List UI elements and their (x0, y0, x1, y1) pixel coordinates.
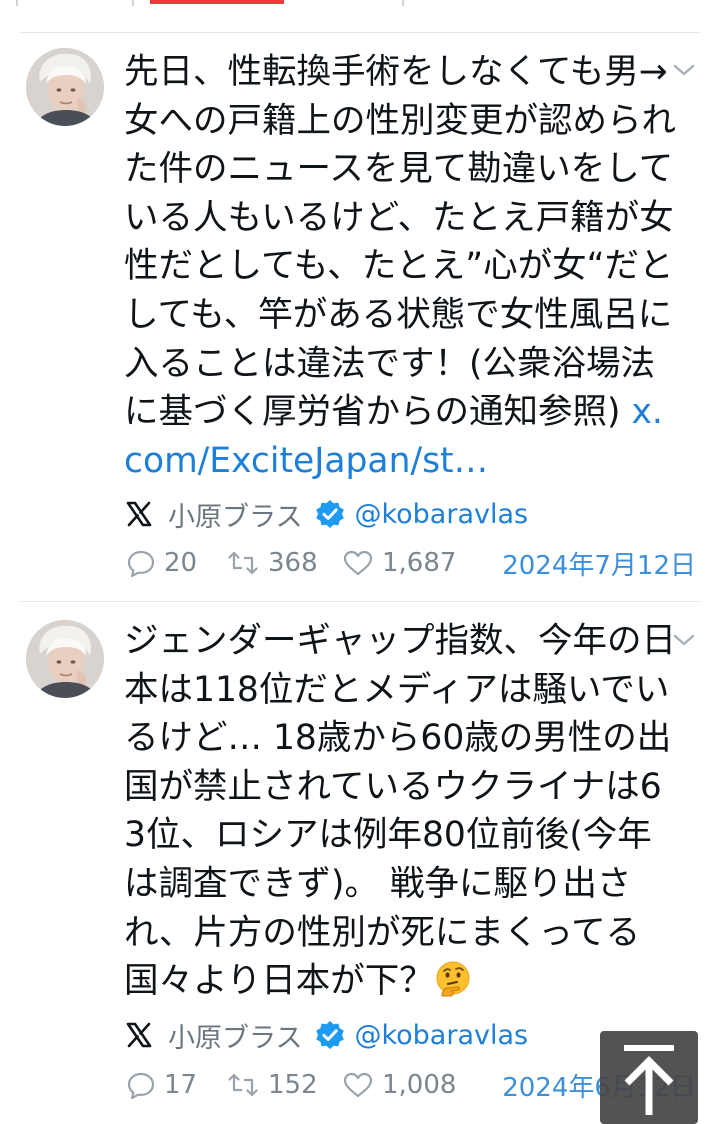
avatar-image (26, 48, 104, 126)
verified-badge-icon (316, 1021, 345, 1049)
like-count: 1,008 (382, 1070, 457, 1100)
thinking-face-icon (436, 961, 470, 997)
retweet-icon (228, 551, 258, 575)
tweet-stats: 20 368 1,687 2024年7月12日 (126, 543, 696, 583)
reply-count: 20 (164, 548, 198, 578)
tweet-body: ジェンダーギャップ指数、今年の日本は118位だとメディアは騒いでいるけど… 18… (124, 621, 676, 1002)
tweet-text: 先日、性転換手術をしなくても男→女への戸籍上の性別変更が認められた件のニュースを… (124, 48, 680, 485)
like-count: 1,687 (382, 548, 457, 578)
tweet-text: ジェンダーギャップ指数、今年の日本は118位だとメディアは騒いでいるけど… 18… (124, 617, 680, 1006)
retweet-button[interactable]: 152 (226, 1065, 318, 1105)
reply-button[interactable]: 20 (126, 543, 197, 583)
author-handle[interactable]: @kobaravlas (354, 499, 528, 530)
reply-count: 17 (164, 1070, 198, 1100)
like-button[interactable]: 1,008 (342, 1065, 456, 1105)
heart-icon (343, 1072, 373, 1098)
x-logo-icon (126, 501, 152, 527)
arrow-up-to-top-icon (624, 1045, 674, 1115)
tweet-divider (20, 601, 700, 602)
avatar-image (26, 620, 104, 698)
retweet-count: 152 (268, 1070, 318, 1100)
retweet-icon (228, 1073, 258, 1097)
author-row: 小原ブラス @kobaravlas (124, 1016, 528, 1055)
tweet-date[interactable]: 2024年7月12日 (502, 543, 696, 583)
verified-badge-icon (316, 500, 345, 528)
retweet-count: 368 (268, 548, 318, 578)
author-name[interactable]: 小原ブラス (168, 495, 302, 534)
author-handle[interactable]: @kobaravlas (354, 1020, 528, 1051)
tab-divider (402, 0, 404, 6)
reply-icon (127, 1072, 155, 1100)
avatar[interactable] (26, 620, 104, 698)
like-button[interactable]: 1,687 (342, 543, 456, 583)
avatar[interactable] (26, 48, 104, 126)
reply-button[interactable]: 17 (126, 1065, 197, 1105)
x-logo-icon (126, 1022, 152, 1048)
top-tab-strip (0, 0, 720, 6)
active-tab-indicator (150, 0, 284, 4)
scroll-to-top-button[interactable] (600, 1031, 698, 1124)
reply-icon (127, 550, 155, 578)
tab-divider (132, 0, 134, 6)
author-row: 小原ブラス @kobaravlas (124, 495, 528, 534)
tweet-feed-page: 先日、性転換手術をしなくても男→女への戸籍上の性別変更が認められた件のニュースを… (0, 0, 720, 1124)
tweet-body: 先日、性転換手術をしなくても男→女への戸籍上の性別変更が認められた件のニュースを… (124, 52, 676, 433)
retweet-button[interactable]: 368 (226, 543, 318, 583)
tweet-divider (20, 32, 700, 33)
tab-divider (16, 0, 18, 6)
heart-icon (343, 550, 373, 576)
author-name[interactable]: 小原ブラス (168, 1016, 302, 1055)
